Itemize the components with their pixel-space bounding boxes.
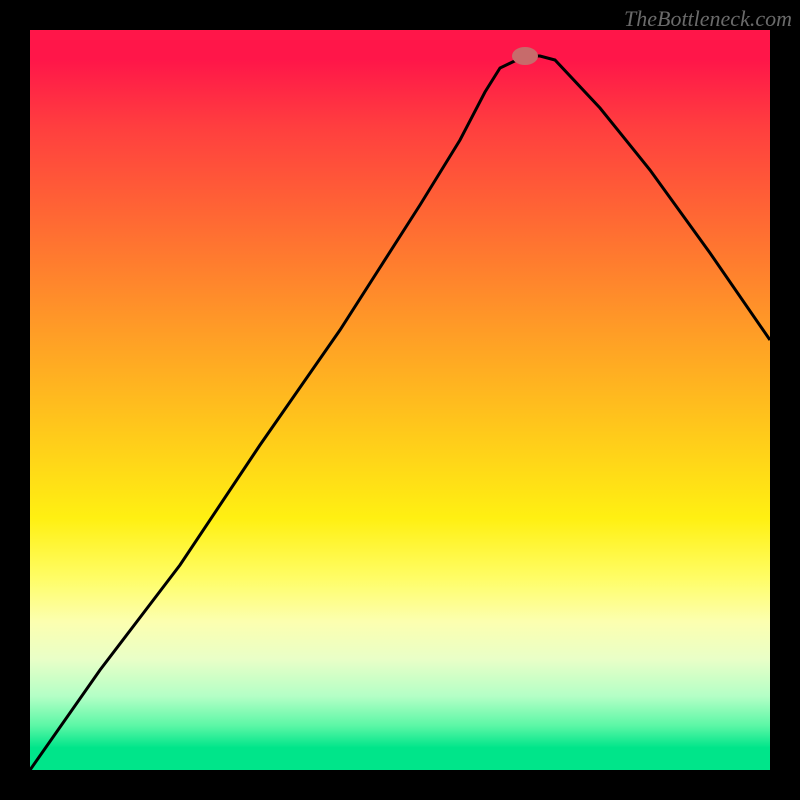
plot-area [30, 30, 770, 770]
bottleneck-curve [30, 30, 770, 770]
attribution-text: TheBottleneck.com [624, 6, 792, 32]
chart-frame: TheBottleneck.com [0, 0, 800, 800]
minimum-marker [512, 47, 538, 65]
curve-line [30, 56, 770, 770]
